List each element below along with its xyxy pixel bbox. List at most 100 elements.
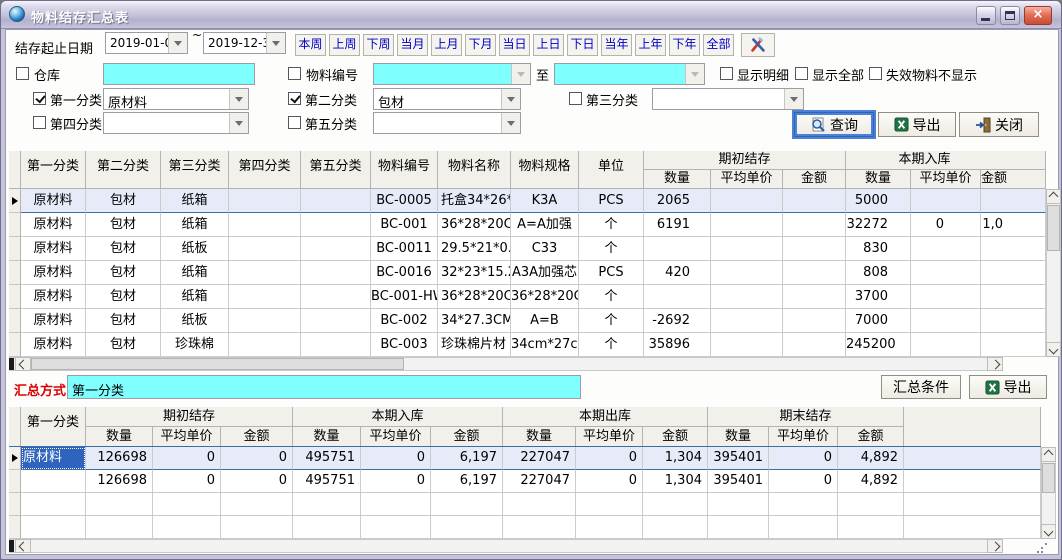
summary-grid-cell[interactable]: 395401 — [708, 447, 769, 470]
cat1-checkbox[interactable] — [33, 92, 46, 105]
main-grid-cell[interactable] — [911, 333, 981, 357]
main-grid-cell[interactable] — [981, 237, 1046, 261]
main-grid-cell[interactable]: -2692 — [644, 309, 711, 333]
material-no-checkbox[interactable] — [288, 67, 301, 80]
summary-grid-cell[interactable] — [361, 516, 431, 539]
main-grid-cell[interactable] — [981, 189, 1046, 213]
warehouse-input[interactable] — [103, 63, 255, 85]
main-grid-cell[interactable] — [783, 285, 846, 309]
period-button-13[interactable]: 全部 — [703, 34, 734, 56]
main-grid-cell[interactable]: 纸箱 — [161, 285, 229, 309]
chevron-down-icon[interactable] — [685, 64, 704, 84]
main-grid-row-selector[interactable] — [9, 285, 21, 309]
main-grid-cell[interactable] — [711, 285, 783, 309]
summary-grid-group-header[interactable]: 期初结存 — [86, 407, 293, 427]
minimize-button[interactable] — [976, 6, 996, 25]
period-button-11[interactable]: 上年 — [635, 34, 666, 56]
summary-grid-cell[interactable]: 4,892 — [838, 447, 904, 470]
period-button-9[interactable]: 下日 — [567, 34, 598, 56]
main-grid-cell[interactable] — [981, 333, 1046, 357]
cat4-label[interactable]: 第四分类 — [50, 114, 102, 133]
query-button[interactable]: 查询 — [794, 112, 874, 137]
summary-grid-v-scrollbar-thumb[interactable] — [1042, 463, 1055, 493]
main-grid-cell[interactable]: BC-0016 — [371, 261, 438, 285]
period-button-12[interactable]: 下年 — [669, 34, 700, 56]
main-grid-cell[interactable] — [711, 309, 783, 333]
summary-grid-cell[interactable] — [293, 493, 361, 516]
summary-grid-row-selector[interactable] — [9, 516, 21, 539]
main-grid-cell[interactable] — [981, 261, 1046, 285]
main-grid-cell[interactable] — [783, 237, 846, 261]
main-grid-cell[interactable] — [229, 261, 301, 285]
main-grid-cell[interactable] — [711, 261, 783, 285]
main-grid-column-header[interactable]: 单位 — [579, 151, 644, 189]
summary-grid-cell[interactable] — [361, 493, 431, 516]
summary-grid-group-header[interactable]: 本期出库 — [503, 407, 708, 427]
main-grid-cell[interactable] — [301, 237, 371, 261]
summary-grid-cell[interactable]: 1,304 — [643, 447, 708, 470]
main-grid-subcolumn-header[interactable]: 数量 — [644, 170, 711, 189]
main-grid-subcolumn-header[interactable]: 平均单价 — [711, 170, 783, 189]
close-button[interactable]: 关闭 — [959, 112, 1039, 137]
main-grid-column-header[interactable]: 第二分类 — [86, 151, 161, 189]
summary-grid-cell[interactable]: 4,892 — [838, 470, 904, 493]
summary-grid-cell[interactable]: 0 — [221, 470, 293, 493]
cat1-label[interactable]: 第一分类 — [50, 90, 102, 109]
main-grid-cell[interactable]: 包材 — [86, 285, 161, 309]
main-grid-cell[interactable]: 纸板 — [161, 237, 229, 261]
summary-grid-subcolumn-header[interactable]: 金额 — [643, 427, 708, 447]
main-grid-cell[interactable]: 包材 — [86, 261, 161, 285]
main-grid-cell[interactable] — [911, 237, 981, 261]
summary-grid-cell[interactable] — [431, 516, 503, 539]
period-button-3[interactable]: 下周 — [363, 34, 394, 56]
summary-grid-cell[interactable] — [221, 493, 293, 516]
summary-grid-cell[interactable]: 395401 — [708, 470, 769, 493]
main-grid-cell[interactable]: BC-002 — [371, 309, 438, 333]
summary-grid-cell[interactable]: 6,197 — [431, 447, 503, 470]
warehouse-label[interactable]: 仓库 — [34, 65, 60, 84]
maximize-button[interactable] — [1000, 6, 1020, 25]
summary-grid-cell[interactable] — [431, 493, 503, 516]
main-grid-cell[interactable]: BC-001 — [371, 213, 438, 237]
main-grid-cell[interactable] — [229, 189, 301, 213]
cat2-label[interactable]: 第二分类 — [305, 90, 357, 109]
summary-grid-group-header[interactable]: 期末结存 — [708, 407, 904, 427]
summary-grid-cell[interactable] — [153, 516, 221, 539]
main-grid-cell[interactable]: PCS — [579, 261, 644, 285]
main-grid-column-header[interactable]: 第四分类 — [229, 151, 301, 189]
summary-grid-cell[interactable] — [708, 493, 769, 516]
main-grid-cell[interactable]: C33 — [511, 237, 579, 261]
summary-grid-cell[interactable]: 0 — [361, 447, 431, 470]
summary-grid-cell[interactable] — [576, 493, 643, 516]
chevron-down-icon[interactable] — [266, 33, 285, 53]
main-grid-cell[interactable]: 32*23*15.2CM — [438, 261, 511, 285]
cat3-label[interactable]: 第三分类 — [586, 90, 638, 109]
summary-grid-subcolumn-header[interactable]: 平均单价 — [153, 427, 221, 447]
summary-grid-subcolumn-header[interactable]: 金额 — [838, 427, 904, 447]
main-grid-v-scroll-down-button[interactable] — [1046, 342, 1061, 357]
summary-grid-cell[interactable] — [576, 516, 643, 539]
summary-grid-cell[interactable] — [904, 516, 1041, 539]
main-grid-cell[interactable] — [644, 285, 711, 309]
summary-grid-cell[interactable]: 0 — [221, 447, 293, 470]
main-grid-cell[interactable]: 个 — [579, 237, 644, 261]
main-grid-cell[interactable]: 36*28*20CM — [438, 285, 511, 309]
chevron-down-icon[interactable] — [229, 89, 248, 109]
summary-grid-subcolumn-header[interactable]: 数量 — [86, 427, 153, 447]
summary-grid-cell[interactable] — [769, 516, 838, 539]
main-grid-row-selector[interactable] — [9, 213, 21, 237]
main-grid-h-scroll-left-button[interactable] — [15, 357, 31, 371]
main-grid-column-header[interactable]: 第三分类 — [161, 151, 229, 189]
main-grid-cell[interactable]: K3A — [511, 189, 579, 213]
main-grid-column-header[interactable]: 物料编号 — [371, 151, 438, 189]
date-from-select[interactable]: 2019-01-01 — [105, 32, 188, 54]
main-grid-cell[interactable]: 原材料 — [21, 189, 86, 213]
period-button-4[interactable]: 当月 — [397, 34, 428, 56]
cat5-select[interactable] — [373, 112, 521, 134]
main-grid-cell[interactable]: 34cm*27cm — [511, 333, 579, 357]
period-button-1[interactable]: 本周 — [295, 34, 326, 56]
main-grid-cell[interactable]: 0 — [911, 213, 981, 237]
main-grid-cell[interactable] — [711, 213, 783, 237]
main-grid-cell[interactable] — [783, 189, 846, 213]
main-grid-cell[interactable]: 420 — [644, 261, 711, 285]
